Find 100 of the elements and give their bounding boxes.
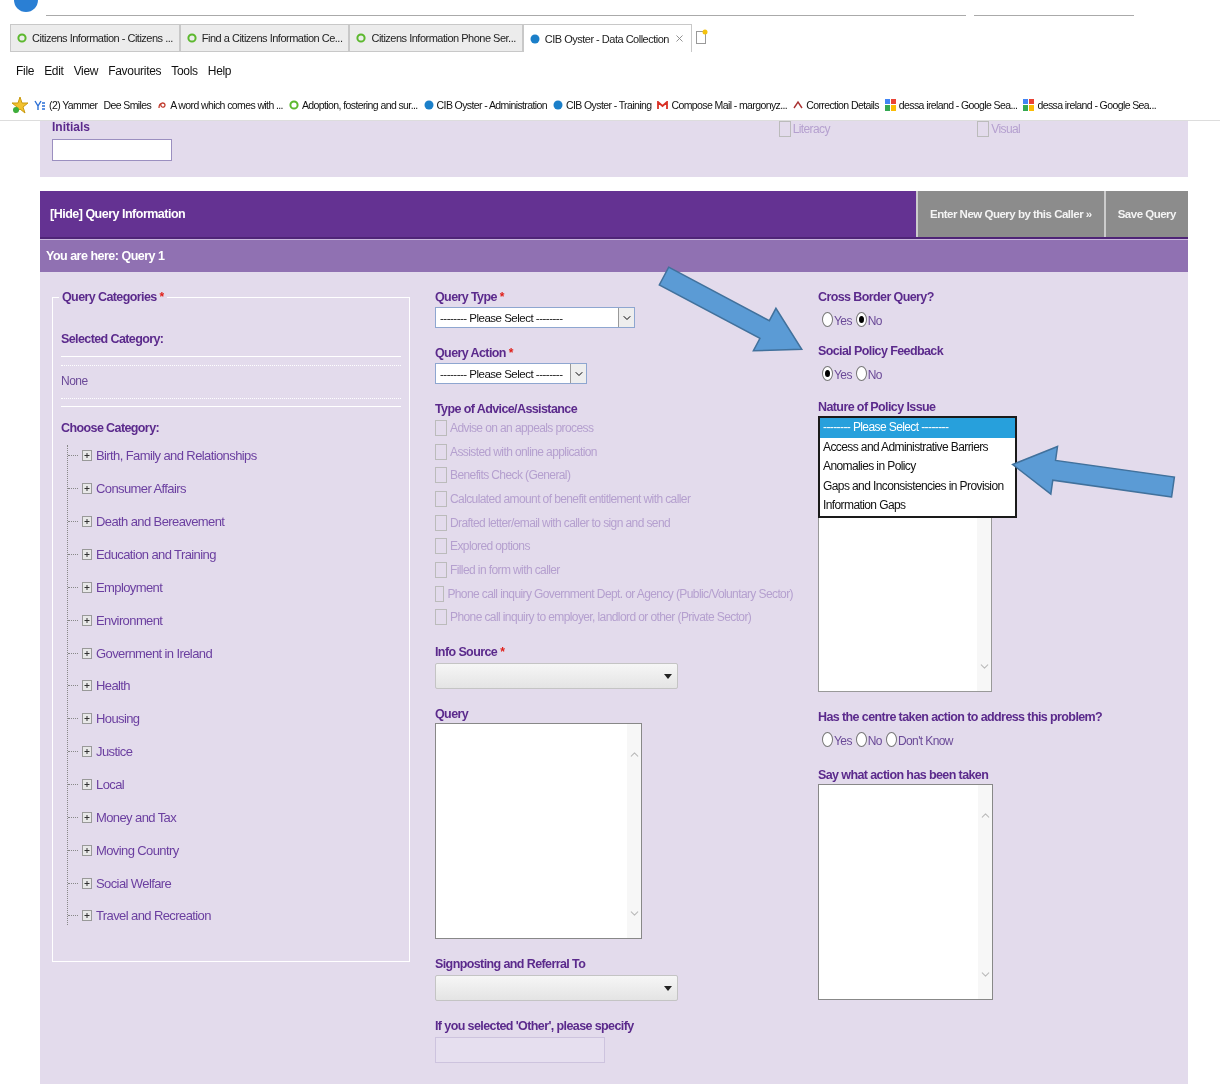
plus-box-icon[interactable] [82,614,92,626]
favourite-link[interactable]: Correction Details [793,99,879,111]
back-button[interactable] [14,0,38,12]
category-item[interactable]: Local [96,777,125,792]
favourites-star-icon[interactable] [12,96,28,114]
radio-label: No [867,314,882,328]
menu-item[interactable]: File [16,64,35,78]
category-item[interactable]: Consumer Affairs [96,481,186,497]
category-item[interactable]: Social Welfare [96,875,172,891]
signposting-select[interactable] [435,975,678,1002]
plus-box-icon[interactable] [82,779,92,790]
google-icon [884,99,896,111]
plus-box-icon[interactable] [82,811,92,823]
browser-tab[interactable]: Find a Citizens Information Ce... [179,24,350,52]
category-item[interactable]: Housing [96,711,140,727]
radio-button[interactable] [885,731,897,747]
radio-button[interactable] [822,311,833,327]
menu-item[interactable]: Help [207,64,232,78]
field-label: Say what action has been taken [818,768,989,782]
radio-button[interactable] [855,311,867,327]
selected-category-value: None [61,373,89,390]
info-source-select[interactable] [435,663,678,690]
checkbox[interactable] [778,121,791,137]
browser-tab[interactable]: CIB Oyster - Data Collection [522,24,692,52]
category-item[interactable]: Travel and Recreation [96,908,211,924]
plus-box-icon[interactable] [82,713,92,725]
plus-box-icon[interactable] [82,450,92,462]
initials-input[interactable] [52,139,172,161]
plus-box-icon[interactable] [82,647,92,659]
checkbox-label: Advise on an appeals process [450,420,594,435]
checkbox-label: Assisted with online application [450,444,597,459]
new-tab-icon[interactable] [695,29,708,45]
menu-item[interactable]: Tools [171,64,198,78]
plus-box-icon[interactable] [82,877,92,889]
section-title[interactable]: [Hide] Query Information [40,191,917,237]
query-action-select[interactable]: -------- Please Select -------- [435,363,587,384]
field-label: Query Action [435,346,506,360]
checkbox[interactable] [977,121,990,137]
radio-label: No [867,734,882,748]
radio-button[interactable] [855,731,867,747]
menu-item[interactable]: Edit [44,64,64,78]
radio-button[interactable] [822,365,833,381]
favourite-link[interactable]: CIB Oyster - Administration [423,99,547,111]
circle-icon [423,100,434,110]
required-mark: * [159,290,165,304]
favourite-link[interactable]: A word which comes with ... [157,99,283,111]
category-item[interactable]: Moving Country [96,842,179,858]
favourite-link[interactable]: Adoption, fostering and sur... [288,99,418,111]
favourite-link[interactable]: Compose Mail - margonyz... [657,99,788,111]
category-item[interactable]: Death and Bereavement [96,514,225,530]
checkbox-label: Visual [991,122,1021,136]
radio-button[interactable] [822,731,833,747]
query-type-select[interactable]: -------- Please Select -------- [435,307,635,328]
required-mark: * [500,645,505,660]
plus-box-icon[interactable] [82,844,92,856]
plus-box-icon[interactable] [82,483,92,495]
required-mark: * [508,346,514,360]
category-item[interactable]: Employment [96,579,163,595]
favourite-link[interactable]: CIB Oyster - Training [553,99,652,111]
mail-icon [657,100,669,110]
favourite-link[interactable]: (2) Yammer [34,99,98,111]
field-label: Nature of Policy Issue [818,400,936,414]
category-item[interactable]: Education and Training [96,547,216,562]
plus-box-icon[interactable] [82,910,92,922]
plus-box-icon[interactable] [82,516,92,528]
radio-button[interactable] [855,365,867,381]
dropdown-arrow-icon [664,985,672,991]
field-label: If you selected 'Other', please specify [435,1019,634,1034]
other-input[interactable] [435,1037,605,1064]
radio-label: No [867,368,882,382]
category-item[interactable]: Justice [96,744,133,760]
plus-box-icon[interactable] [82,680,92,692]
category-item[interactable]: Birth, Family and Relationships [96,448,257,464]
category-item[interactable]: Environment [96,612,163,628]
browser-tab[interactable]: Citizens Information - Citizens ... [10,24,180,52]
favourite-link[interactable]: Dee Smiles [103,99,152,111]
checkbox-label: Benefits Check (General) [450,468,571,483]
action-textarea[interactable] [818,784,993,1000]
category-item[interactable]: Money and Tax [96,809,177,825]
checkbox-label: Filled in form with caller [450,562,560,577]
favourite-link[interactable]: dessa ireland - Google Sea... [884,99,1018,111]
category-item[interactable]: Government in Ireland [96,645,213,661]
google-icon [1023,99,1035,111]
browser-tab[interactable]: Citizens Information Phone Ser... [349,24,523,52]
favourite-link[interactable]: dessa ireland - Google Sea... [1023,99,1157,111]
plus-box-icon[interactable] [82,549,92,560]
close-icon[interactable] [673,33,685,44]
ring-icon [186,33,197,43]
field-label: Selected Category: [61,332,165,346]
plus-box-icon[interactable] [82,746,92,758]
scrollbar[interactable] [627,724,641,939]
category-item[interactable]: Health [96,678,130,694]
dropdown-arrow-icon [664,673,672,679]
scrollbar[interactable] [978,785,992,999]
yammer-icon [34,99,46,111]
menu-item[interactable]: Favourites [108,64,162,78]
menu-item[interactable]: View [73,64,99,78]
plus-box-icon[interactable] [82,581,92,593]
radio-label: Yes [834,314,852,328]
checkbox-label: Literacy [792,122,830,136]
